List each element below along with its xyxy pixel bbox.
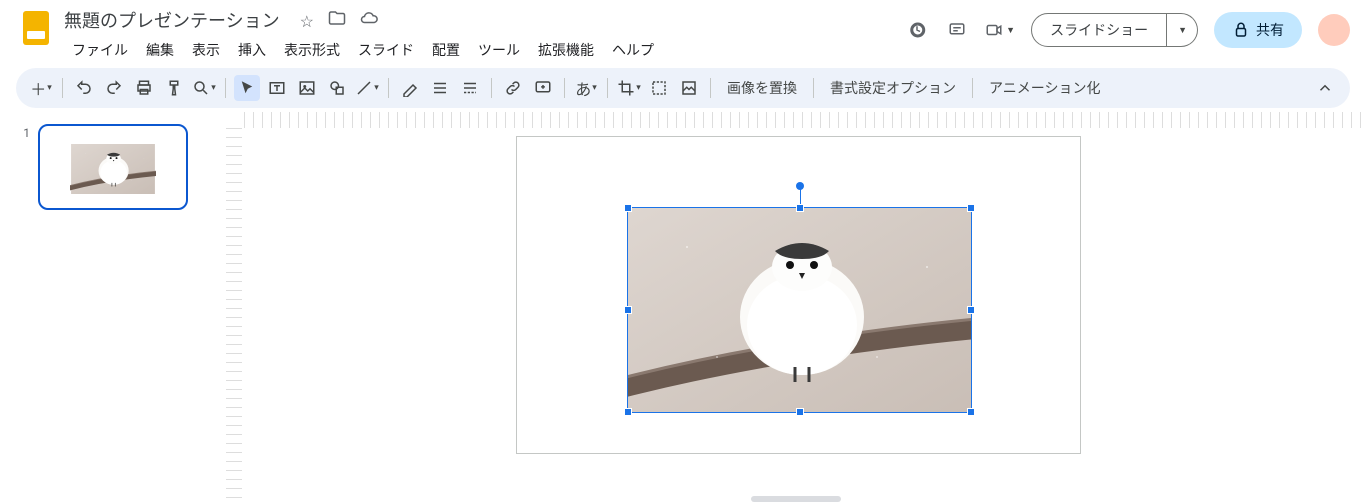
link-button[interactable] (500, 75, 526, 101)
separator (710, 78, 711, 98)
separator (813, 78, 814, 98)
print-button[interactable] (131, 75, 157, 101)
border-color-button[interactable] (397, 75, 423, 101)
animate-button[interactable]: アニメーション化 (981, 78, 1108, 98)
menu-view[interactable]: 表示 (184, 36, 228, 64)
cloud-status-icon[interactable] (360, 12, 378, 31)
slideshow-button[interactable]: スライドショー (1031, 13, 1167, 47)
slide-thumbnail[interactable] (38, 124, 188, 210)
separator (491, 78, 492, 98)
separator (62, 78, 63, 98)
mask-button[interactable] (646, 75, 672, 101)
share-button[interactable]: 共有 (1214, 12, 1302, 48)
border-dash-button[interactable] (457, 75, 483, 101)
comment-button[interactable] (530, 75, 556, 101)
star-icon[interactable]: ☆ (300, 12, 314, 31)
selected-image[interactable] (627, 207, 972, 413)
thumbnail-image (70, 144, 156, 194)
new-slide-button[interactable]: ＋▾ (28, 75, 54, 101)
redo-button[interactable] (101, 75, 127, 101)
replace-image-button[interactable]: 画像を置換 (719, 78, 805, 98)
slideshow-dropdown[interactable]: ▼ (1167, 13, 1198, 47)
separator (564, 78, 565, 98)
image-tool[interactable] (294, 75, 320, 101)
undo-button[interactable] (71, 75, 97, 101)
menu-help[interactable]: ヘルプ (604, 36, 662, 64)
slide-canvas[interactable] (516, 136, 1081, 454)
input-tool-button[interactable]: あ▾ (573, 75, 599, 101)
ruler-vertical (226, 128, 242, 504)
toolbar: ＋▾ ▾ ▾ あ▾ ▾ 画像を置換 書式設定オプション アニメーション化 (16, 68, 1350, 108)
scroll-indicator[interactable] (751, 496, 841, 502)
line-tool[interactable]: ▾ (354, 75, 380, 101)
ruler-horizontal (244, 112, 1366, 128)
textbox-tool[interactable] (264, 75, 290, 101)
border-weight-button[interactable] (427, 75, 453, 101)
collapse-toolbar-button[interactable] (1312, 75, 1338, 101)
rotate-handle-line (800, 188, 801, 208)
reset-image-button[interactable] (676, 75, 702, 101)
separator (972, 78, 973, 98)
shape-tool[interactable] (324, 75, 350, 101)
menu-format[interactable]: 表示形式 (276, 36, 348, 64)
menu-slide[interactable]: スライド (350, 36, 422, 64)
menu-arrange[interactable]: 配置 (424, 36, 468, 64)
canvas-area[interactable] (226, 112, 1366, 504)
meet-button[interactable]: ▼ (985, 21, 1015, 39)
slide-number: 1 (16, 124, 30, 210)
slide-panel: 1 (16, 112, 226, 504)
separator (607, 78, 608, 98)
move-icon[interactable] (328, 12, 346, 31)
history-icon[interactable] (905, 18, 929, 42)
zoom-button[interactable]: ▾ (191, 75, 217, 101)
document-title[interactable]: 無題のプレゼンテーション (64, 7, 280, 33)
app-logo[interactable] (16, 8, 56, 48)
menu-file[interactable]: ファイル (64, 36, 136, 64)
format-options-button[interactable]: 書式設定オプション (822, 78, 964, 98)
paint-format-button[interactable] (161, 75, 187, 101)
comments-icon[interactable] (945, 18, 969, 42)
menu-insert[interactable]: 挿入 (230, 36, 274, 64)
menu-edit[interactable]: 編集 (138, 36, 182, 64)
menu-extensions[interactable]: 拡張機能 (530, 36, 602, 64)
menu-bar: ファイル 編集 表示 挿入 表示形式 スライド 配置 ツール 拡張機能 ヘルプ (64, 36, 905, 64)
menu-tools[interactable]: ツール (470, 36, 528, 64)
account-avatar[interactable] (1318, 14, 1350, 46)
rotate-handle[interactable] (796, 182, 804, 190)
separator (388, 78, 389, 98)
select-tool[interactable] (234, 75, 260, 101)
separator (225, 78, 226, 98)
crop-button[interactable]: ▾ (616, 75, 642, 101)
share-label: 共有 (1256, 20, 1284, 40)
